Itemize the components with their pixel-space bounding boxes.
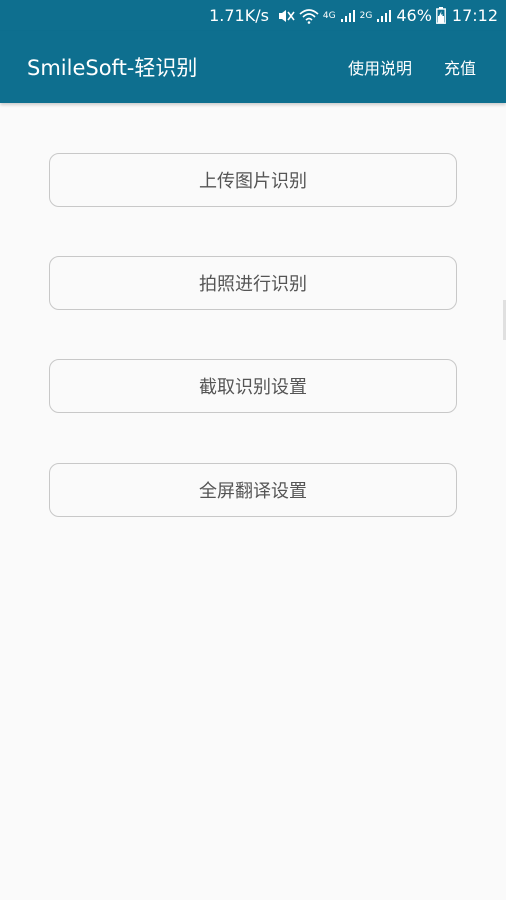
network-type-2g: 2G [359, 10, 373, 21]
battery-percentage: 46% [396, 6, 432, 25]
signal-icon [340, 9, 356, 23]
mute-icon [277, 8, 295, 24]
network-speed: 1.71K/s [209, 6, 269, 25]
network-type-4g: 4G [322, 10, 336, 21]
capture-recognize-settings-button[interactable]: 截取识别设置 [49, 359, 457, 413]
upload-image-recognize-button[interactable]: 上传图片识别 [49, 153, 457, 207]
battery-charging-icon [435, 7, 446, 24]
wifi-icon [299, 8, 319, 24]
signal-icon [376, 9, 392, 23]
instructions-menu-item[interactable]: 使用说明 [348, 55, 412, 79]
recharge-menu-item[interactable]: 充值 [444, 55, 476, 79]
clock: 17:12 [451, 6, 498, 25]
camera-recognize-button[interactable]: 拍照进行识别 [49, 256, 457, 310]
app-title: SmileSoft-轻识别 [27, 56, 198, 80]
fullscreen-translate-settings-button[interactable]: 全屏翻译设置 [49, 463, 457, 517]
status-bar: 1.71K/s 4G 2G 46% 17:12 [0, 0, 506, 31]
app-bar: SmileSoft-轻识别 使用说明 充值 [0, 31, 506, 103]
